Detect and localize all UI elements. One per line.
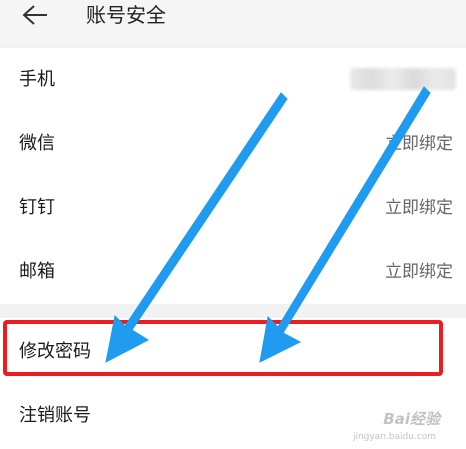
account-security-page: 账号安全 手机 微信 立即绑定 钉钉 立即绑定 邮箱 立即绑定 修改密码 注销账… [0,0,466,449]
arrow-icon [259,86,431,363]
watermark-logo: Bai经验 [383,410,440,428]
arrows-overlay [105,86,431,363]
watermark-url: jingyan.baidu.com [352,432,436,442]
arrow-icon [105,92,288,363]
